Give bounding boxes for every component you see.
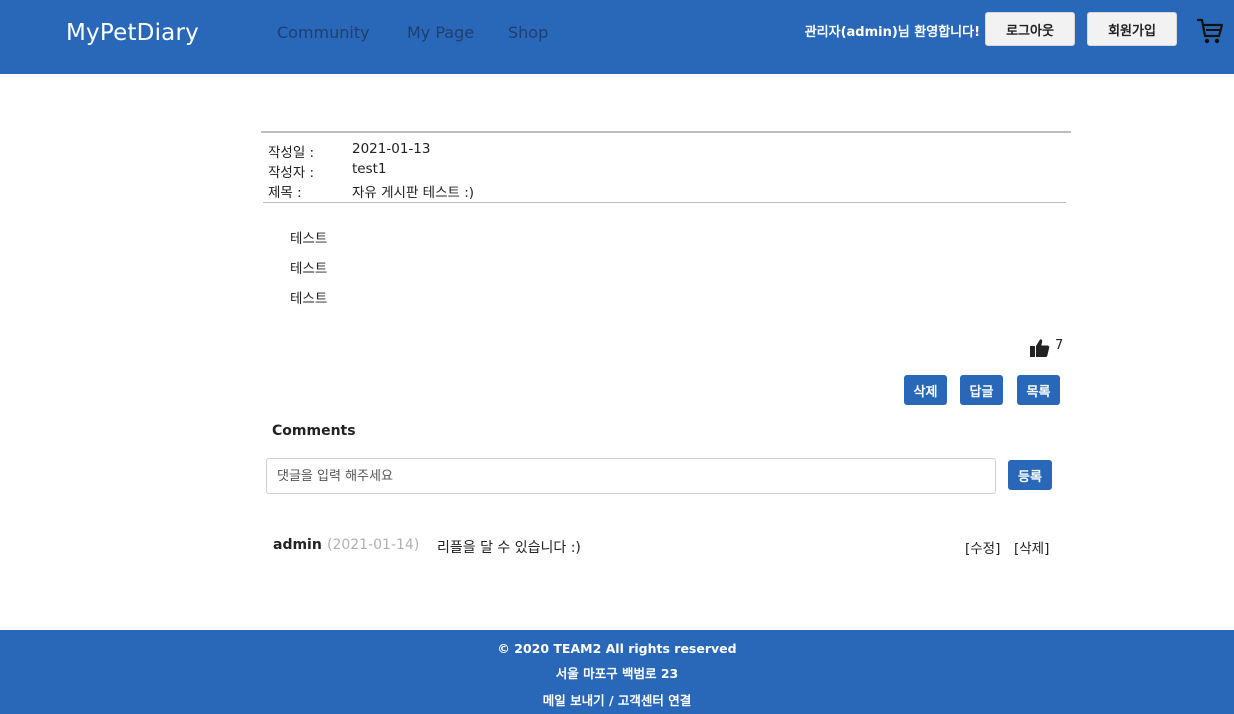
list-button[interactable]: 목록 bbox=[1017, 375, 1060, 405]
post-body-line: 테스트 bbox=[290, 291, 328, 307]
delete-post-button[interactable]: 삭제 bbox=[904, 375, 947, 405]
welcome-message: 관리자(admin)님 환영합니다! bbox=[804, 25, 980, 40]
post-body-line: 테스트 bbox=[290, 261, 328, 277]
comment-text: 리플을 달 수 있습니다 :) bbox=[437, 540, 581, 556]
nav-my-page[interactable]: My Page bbox=[407, 23, 474, 42]
post-top-divider bbox=[261, 131, 1071, 133]
post-title-value: 자유 게시판 테스트 :) bbox=[352, 185, 475, 201]
site-footer: © 2020 TEAM2 All rights reserved 서울 마포구 … bbox=[0, 630, 1234, 714]
nav-community[interactable]: Community bbox=[277, 23, 370, 42]
post-body-line: 테스트 bbox=[290, 231, 328, 247]
post-header-divider bbox=[263, 202, 1066, 203]
reply-post-button[interactable]: 답글 bbox=[960, 375, 1003, 405]
signup-button[interactable]: 회원가입 bbox=[1087, 12, 1177, 46]
thumbs-up-icon[interactable] bbox=[1029, 338, 1050, 362]
footer-address: 서울 마포구 백범로 23 bbox=[555, 666, 679, 681]
comment-author: admin bbox=[273, 537, 322, 553]
like-control[interactable]: 7 bbox=[1029, 338, 1063, 362]
footer-links[interactable]: 메일 보내기 / 고객센터 연결 bbox=[0, 690, 1234, 709]
submit-comment-button[interactable]: 등록 bbox=[1008, 460, 1052, 490]
comment-date: (2021-01-14) bbox=[327, 537, 420, 553]
post-title-label: 제목 : bbox=[268, 185, 302, 201]
post-author-label: 작성자 : bbox=[268, 165, 315, 181]
site-logo[interactable]: MyPetDiary bbox=[66, 20, 199, 46]
top-header: MyPetDiary Community My Page Shop 관리자(ad… bbox=[0, 0, 1234, 74]
comment-input[interactable] bbox=[266, 458, 996, 494]
nav-shop[interactable]: Shop bbox=[508, 23, 548, 42]
post-date-value: 2021-01-13 bbox=[352, 141, 431, 157]
footer-copyright: © 2020 TEAM2 All rights reserved bbox=[497, 641, 737, 656]
post-author-value: test1 bbox=[352, 161, 387, 177]
comments-heading: Comments bbox=[272, 423, 356, 439]
logout-button[interactable]: 로그아웃 bbox=[985, 12, 1075, 46]
delete-comment-button[interactable]: [삭제] bbox=[1014, 537, 1049, 557]
post-date-label: 작성일 : bbox=[268, 145, 315, 161]
edit-comment-button[interactable]: [수정] bbox=[965, 537, 1000, 557]
cart-icon[interactable] bbox=[1196, 16, 1224, 46]
like-count: 7 bbox=[1055, 338, 1064, 353]
